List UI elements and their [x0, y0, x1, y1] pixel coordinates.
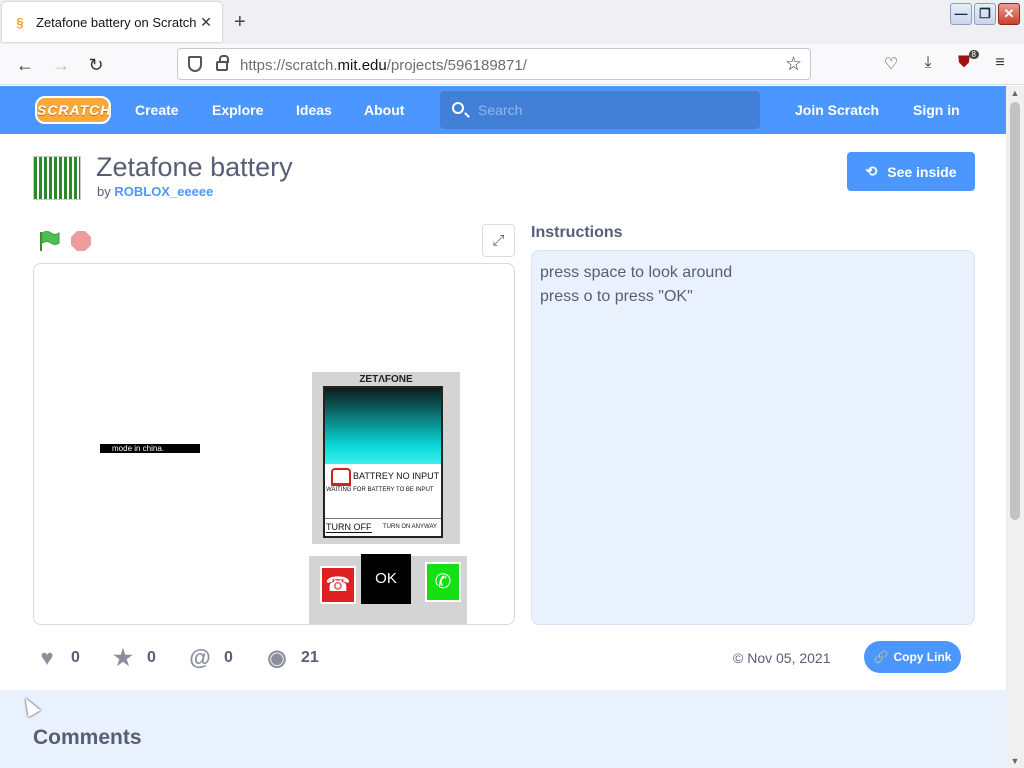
star-icon: ★ — [113, 645, 133, 670]
fullscreen-button[interactable]: ⤢ — [482, 224, 515, 257]
instruction-line: press o to press "OK" — [540, 288, 693, 305]
instructions-box: press space to look around press o to pr… — [531, 250, 975, 625]
lock-icon[interactable] — [216, 55, 229, 71]
pocket-icon[interactable]: ♡ — [880, 54, 902, 74]
scratch-favicon-icon: § — [16, 14, 24, 30]
nav-create[interactable]: Create — [135, 102, 179, 118]
search-box[interactable] — [440, 91, 760, 129]
extension-badge: 8 — [968, 50, 979, 59]
search-icon — [452, 102, 464, 114]
download-icon[interactable]: ⤓ — [917, 54, 939, 72]
bookmark-star-icon[interactable]: ☆ — [785, 53, 802, 76]
tracking-shield-icon[interactable] — [188, 56, 202, 72]
new-tab-button[interactable]: + — [234, 12, 246, 32]
call-phone-icon: ✆ — [425, 562, 461, 602]
menu-hamburger-icon[interactable]: ≡ — [989, 54, 1011, 72]
ok-key: OK — [361, 554, 411, 604]
see-inside-button[interactable]: ⟲ See inside — [847, 152, 975, 191]
love-stat[interactable]: ♥ 0 — [35, 645, 80, 670]
project-byline: by ROBLOX_eeeee — [97, 184, 213, 199]
stop-sign-icon[interactable] — [71, 231, 91, 251]
instructions-heading: Instructions — [531, 224, 623, 241]
url-text[interactable]: https://scratch.mit.edu/projects/5961898… — [240, 57, 527, 74]
phone-wallpaper — [325, 388, 441, 464]
instruction-line: press space to look around — [540, 264, 733, 281]
by-label: by — [97, 184, 111, 199]
url-domain: mit.edu — [337, 57, 387, 74]
ublock-extension-icon[interactable]: ⛊ 8 — [953, 50, 979, 72]
project-page: Zetafone battery by ROBLOX_eeeee ⟲ See i… — [0, 134, 1006, 690]
turn-on-anyway-option: TURN ON ANYWAY — [383, 524, 438, 530]
remix-arrows-icon: ⟲ — [865, 163, 878, 179]
url-prefix: https://scratch. — [240, 57, 338, 74]
browser-tab-bar: § Zetafone battery on Scratch ✕ + — ❐ ✕ — [0, 0, 1024, 44]
project-title: Zetafone battery — [96, 152, 293, 182]
address-bar[interactable]: https://scratch.mit.edu/projects/5961898… — [177, 48, 811, 80]
phone-screen: BATTREY NO INPUT WAITING FOR BATTERY TO … — [323, 386, 443, 538]
window-maximize-button[interactable]: ❐ — [974, 3, 996, 25]
hang-up-phone-icon: ☎ — [320, 566, 356, 604]
author-avatar[interactable] — [33, 156, 81, 200]
minimize-icon: — — [954, 6, 968, 21]
link-icon: 🔗 — [873, 650, 889, 664]
back-arrow-icon[interactable]: ← — [14, 54, 36, 76]
scrollbar-thumb[interactable] — [1010, 102, 1020, 520]
phone-sprite: ZETΛFONE BATTREY NO INPUT WAITING FOR BA… — [312, 372, 460, 544]
browser-tab[interactable]: § Zetafone battery on Scratch ✕ — [2, 2, 222, 42]
nav-explore[interactable]: Explore — [212, 102, 263, 118]
see-inside-label: See inside — [887, 163, 957, 180]
remix-count: 0 — [224, 649, 233, 666]
made-in-label: mode in china. — [100, 444, 200, 453]
remix-stat: @0 — [188, 645, 233, 670]
comments-section: Comments — [0, 690, 1006, 768]
comments-heading: Comments — [33, 726, 142, 749]
page-scrollbar[interactable]: ▲ ▼ — [1006, 86, 1024, 768]
scratch-logo[interactable]: SCRATCH — [35, 96, 111, 124]
fullscreen-icon: ⤢ — [492, 232, 505, 249]
views-stat: ◉ 21 — [265, 645, 319, 670]
love-count: 0 — [71, 649, 80, 666]
scroll-down-arrow-icon[interactable]: ▼ — [1009, 756, 1021, 766]
nav-about[interactable]: About — [364, 102, 404, 118]
scratch-header: SCRATCH Create Explore Ideas About Join … — [0, 86, 1006, 134]
window-close-button[interactable]: ✕ — [998, 3, 1020, 25]
turn-off-option: TURN OFF — [326, 522, 372, 533]
project-date: © Nov 05, 2021 — [733, 650, 831, 666]
tab-close-icon[interactable]: ✕ — [198, 14, 214, 30]
window-minimize-button[interactable]: — — [950, 3, 972, 25]
scroll-up-arrow-icon[interactable]: ▲ — [1009, 88, 1021, 98]
green-flag-icon[interactable] — [38, 230, 60, 252]
phone-brand: ZETΛFONE — [359, 374, 413, 385]
author-link[interactable]: ROBLOX_eeeee — [114, 184, 213, 199]
url-path: /projects/596189871/ — [386, 57, 527, 74]
close-icon: ✕ — [1003, 6, 1015, 21]
tab-title: Zetafone battery on Scratch — [36, 14, 197, 30]
favorite-count: 0 — [147, 649, 156, 666]
maximize-icon: ❐ — [979, 6, 991, 21]
project-stage[interactable]: mode in china. ZETΛFONE BATTREY NO INPUT… — [33, 263, 515, 625]
copy-link-button[interactable]: 🔗 Copy Link — [864, 641, 961, 673]
nav-ideas[interactable]: Ideas — [296, 102, 332, 118]
join-scratch-link[interactable]: Join Scratch — [795, 102, 879, 118]
search-input[interactable] — [478, 99, 748, 121]
views-count: 21 — [301, 649, 319, 666]
waiting-text: WAITING FOR BATTERY TO BE INPUT — [326, 487, 434, 493]
browser-nav-bar: ← → ↻ https://scratch.mit.edu/projects/5… — [0, 44, 1024, 85]
phone-button-row: TURN OFF TURN ON ANYWAY — [325, 518, 441, 536]
favorite-stat[interactable]: ★ 0 — [111, 645, 156, 670]
copy-link-label: Copy Link — [893, 650, 952, 664]
battery-warning-icon — [331, 468, 351, 486]
sign-in-link[interactable]: Sign in — [913, 102, 960, 118]
forward-arrow-icon[interactable]: → — [50, 54, 72, 76]
eye-icon: ◉ — [267, 645, 287, 670]
heart-icon: ♥ — [40, 645, 54, 670]
phone-keypad: ☎ OK ✆ — [309, 554, 467, 624]
remix-spiral-icon: @ — [189, 645, 211, 670]
battery-warning-text: BATTREY NO INPUT — [353, 471, 440, 481]
reload-icon[interactable]: ↻ — [85, 54, 107, 76]
